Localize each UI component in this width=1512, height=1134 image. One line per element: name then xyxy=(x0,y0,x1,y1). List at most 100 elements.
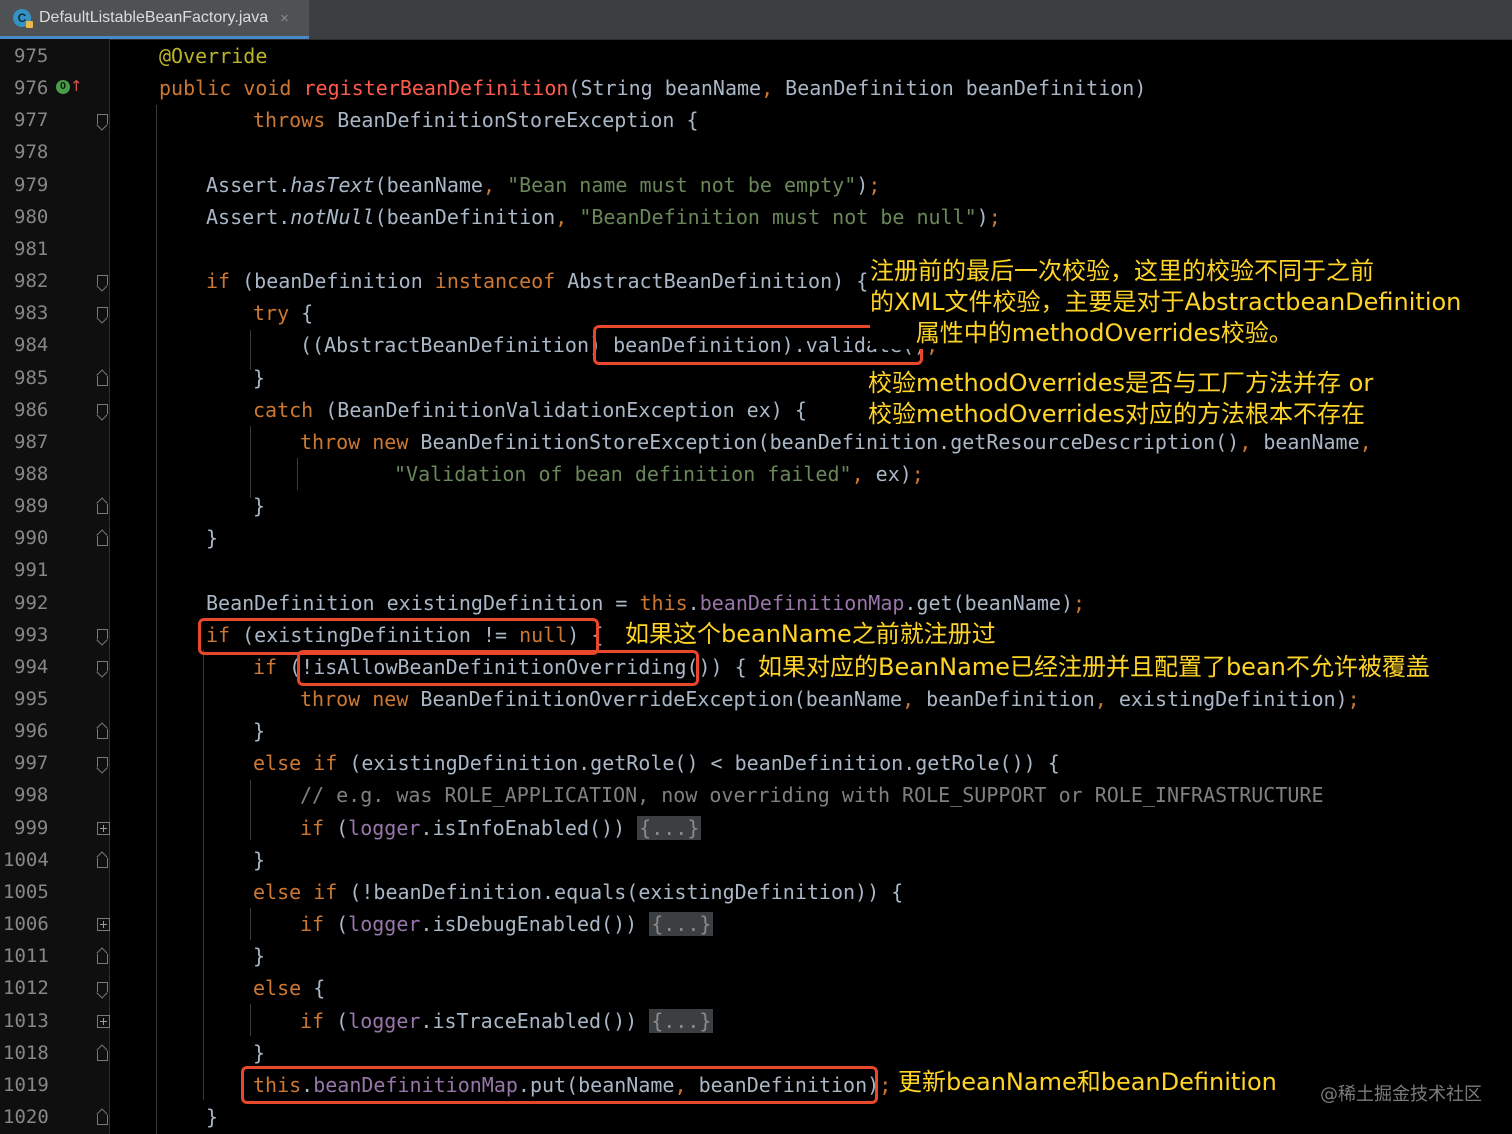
close-icon[interactable]: × xyxy=(280,10,289,27)
override-method-icon[interactable]: O xyxy=(56,80,70,94)
code-line[interactable]: if (logger.isDebugEnabled()) {...} xyxy=(300,908,714,940)
fold-marker-icon[interactable] xyxy=(97,500,108,515)
code-line[interactable]: catch (BeanDefinitionValidationException… xyxy=(253,394,807,426)
fold-marker-icon[interactable] xyxy=(97,982,108,995)
fold-marker-icon[interactable] xyxy=(97,307,108,320)
line-number: 982 xyxy=(14,270,49,293)
expand-fold-icon[interactable] xyxy=(97,1014,110,1028)
code-token: ex) xyxy=(875,461,912,486)
code-line[interactable]: throw new BeanDefinitionOverrideExceptio… xyxy=(300,683,1360,715)
line-number: 988 xyxy=(14,462,49,485)
code-line[interactable]: } xyxy=(253,715,265,747)
fold-marker-icon[interactable] xyxy=(97,628,108,642)
fold-marker-icon[interactable] xyxy=(97,950,108,965)
code-line[interactable]: "Validation of bean definition failed", … xyxy=(394,458,924,490)
code-line[interactable]: Assert.notNull(beanDefinition, "BeanDefi… xyxy=(206,201,1001,233)
code-line[interactable]: BeanDefinition existingDefinition = this… xyxy=(206,587,1085,619)
fold-marker-icon[interactable] xyxy=(97,1111,108,1125)
code-line[interactable]: } xyxy=(206,522,218,554)
line-number-gutter: 975 976 977 978 979 980 981 982 983 984 985 986 987 9… xyxy=(0,39,110,1134)
fold-marker-icon[interactable] xyxy=(97,725,108,740)
expand-fold-icon[interactable] xyxy=(97,918,110,932)
fold-marker-icon[interactable] xyxy=(97,660,108,674)
line-number: 994 xyxy=(14,655,49,678)
code-token: .get(beanName) xyxy=(904,590,1073,615)
code-token: if xyxy=(206,269,243,294)
code-line[interactable]: } xyxy=(253,362,265,394)
code-token: , xyxy=(761,76,786,101)
code-line[interactable]: // e.g. was ROLE_APPLICATION, now overri… xyxy=(300,779,1324,811)
code-line[interactable]: else if (!beanDefinition.equals(existing… xyxy=(253,876,903,908)
code-line[interactable]: Assert.hasText(beanName, "Bean name must… xyxy=(206,169,880,201)
code-token: public void xyxy=(159,76,304,101)
code-token: { xyxy=(313,976,326,1001)
overrides-note: 校验methodOverrides是否与工厂方法并存 or 校验methodOv… xyxy=(868,368,1374,430)
code-token: ( xyxy=(336,912,349,937)
code-token: ; xyxy=(1347,687,1360,711)
code-line[interactable]: else { xyxy=(253,972,325,1004)
fold-marker-icon[interactable] xyxy=(97,275,108,288)
code-token: throw new xyxy=(300,429,421,454)
line-number: 1006 xyxy=(3,913,49,936)
code-line[interactable]: if (beanDefinition instanceof AbstractBe… xyxy=(206,265,868,297)
code-line[interactable]: throws BeanDefinitionStoreException { xyxy=(253,104,699,136)
code-token: , xyxy=(902,687,927,711)
code-line[interactable]: if (logger.isInfoEnabled()) {...} xyxy=(300,812,702,844)
line-number: 992 xyxy=(14,591,49,614)
code-line[interactable]: else if (existingDefinition.getRole() < … xyxy=(253,747,1060,779)
code-token: try xyxy=(253,301,302,326)
fold-marker-icon[interactable] xyxy=(97,1047,108,1061)
code-line[interactable]: @Override xyxy=(159,40,267,72)
code-token: , xyxy=(1359,429,1372,454)
collapsed-block[interactable]: {...} xyxy=(649,1008,714,1033)
fold-marker-icon[interactable] xyxy=(97,854,108,868)
fold-marker-icon[interactable] xyxy=(97,372,108,386)
line-number: 1005 xyxy=(3,880,49,903)
code-token: ) xyxy=(856,172,869,197)
collapsed-block[interactable]: {...} xyxy=(649,912,714,937)
line-number: 984 xyxy=(14,334,49,357)
code-token: else if xyxy=(253,879,350,904)
code-token: ; xyxy=(988,204,1001,229)
code-token: } xyxy=(253,847,266,872)
fold-marker-icon[interactable] xyxy=(97,114,108,127)
code-line[interactable]: throw new BeanDefinitionStoreException(b… xyxy=(300,426,1372,458)
code-token: throws xyxy=(253,108,338,133)
code-token: } xyxy=(206,526,219,551)
line-number: 993 xyxy=(14,623,49,646)
code-token: .isTraceEnabled()) xyxy=(420,1008,650,1033)
code-token: } xyxy=(206,1104,219,1129)
code-line[interactable]: } xyxy=(253,940,265,972)
code-line[interactable]: public void registerBeanDefinition(Strin… xyxy=(159,72,1146,104)
line-number: 990 xyxy=(14,527,49,550)
code-token: catch xyxy=(253,397,326,422)
code-token: BeanDefinitionStoreException(beanDefinit… xyxy=(420,429,1240,454)
code-token: logger xyxy=(348,815,421,840)
code-line[interactable]: try { xyxy=(253,297,313,329)
code-token: "Bean name must not be empty" xyxy=(507,172,857,197)
fold-marker-icon[interactable] xyxy=(97,757,108,770)
code-line[interactable]: } xyxy=(253,844,265,876)
code-line[interactable]: } xyxy=(253,1037,265,1069)
line-number: 1018 xyxy=(3,1041,49,1064)
code-token: else if xyxy=(253,751,350,776)
code-token: } xyxy=(253,1040,266,1065)
code-token: ; xyxy=(868,172,881,197)
code-token: "BeanDefinition must not be null" xyxy=(579,204,977,229)
collapsed-block[interactable]: {...} xyxy=(637,815,702,840)
code-token: ) xyxy=(976,204,989,229)
code-line[interactable]: } xyxy=(206,1101,218,1133)
fold-marker-icon[interactable] xyxy=(97,532,108,547)
line-number: 1013 xyxy=(3,1009,49,1032)
code-token: else xyxy=(253,976,314,1001)
code-token: , xyxy=(851,461,876,486)
code-token: } xyxy=(253,365,266,390)
code-line[interactable]: if (logger.isTraceEnabled()) {...} xyxy=(300,1005,714,1037)
code-line[interactable]: } xyxy=(253,490,265,522)
file-tab[interactable]: C DefaultListableBeanFactory.java × xyxy=(0,0,309,39)
watermark: @稀土掘金技术社区 xyxy=(1320,1084,1482,1105)
expand-fold-icon[interactable] xyxy=(97,821,110,835)
fold-marker-icon[interactable] xyxy=(97,403,108,417)
code-token: ; xyxy=(911,461,924,486)
code-token: registerBeanDefinition xyxy=(303,76,569,101)
